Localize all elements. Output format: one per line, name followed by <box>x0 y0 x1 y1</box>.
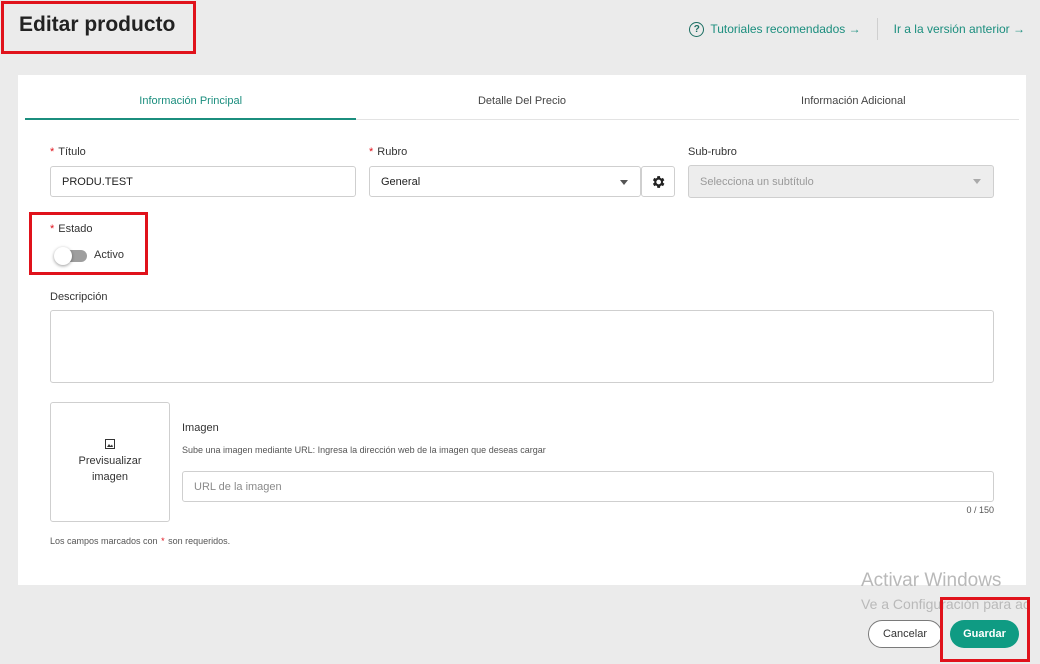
estado-toggle[interactable] <box>54 247 87 265</box>
image-url-placeholder: URL de la imagen <box>194 480 282 493</box>
previous-version-link[interactable]: Ir a la versión anterior → <box>894 22 1025 36</box>
rubro-settings-button[interactable] <box>641 166 675 197</box>
estado-toggle-label: Activo <box>94 249 124 261</box>
required-mark: * <box>369 146 374 158</box>
estado-label: * Estado <box>50 223 93 235</box>
image-preview: Previsualizar imagen <box>50 402 170 522</box>
tab-informacion-principal[interactable]: Información Principal <box>25 88 357 120</box>
subrubro-placeholder: Selecciona un subtítulo <box>700 175 814 188</box>
product-form-card: Información Principal Detalle Del Precio… <box>18 75 1026 585</box>
chevron-down-icon <box>973 179 981 184</box>
image-icon <box>105 439 115 449</box>
descripcion-label: Descripción <box>50 291 108 303</box>
highlight-box-estado <box>29 212 148 275</box>
rubro-select[interactable]: General <box>369 166 641 197</box>
rubro-value: General <box>381 175 421 188</box>
rubro-label: * Rubro <box>369 146 408 158</box>
cancel-button[interactable]: Cancelar <box>868 620 942 648</box>
descripcion-textarea[interactable] <box>50 310 994 383</box>
top-links: ? Tutoriales recomendados → Ir a la vers… <box>689 18 1025 40</box>
tab-bar: Información Principal Detalle Del Precio… <box>25 88 1019 120</box>
char-counter: 0 / 150 <box>966 505 994 515</box>
tutorials-link-label: Tutoriales recomendados → <box>710 22 861 36</box>
required-mark: * <box>50 146 55 158</box>
required-fields-note: Los campos marcados con * son requeridos… <box>50 536 231 546</box>
image-url-input[interactable]: URL de la imagen <box>182 471 994 502</box>
highlight-box-save <box>940 597 1030 662</box>
subrubro-label: Sub-rubro <box>688 146 737 158</box>
titulo-label: * Título <box>50 146 86 158</box>
image-preview-label: Previsualizar imagen <box>78 455 142 483</box>
tab-detalle-del-precio[interactable]: Detalle Del Precio <box>356 88 687 119</box>
windows-activation-title: Activar Windows <box>861 570 1002 591</box>
highlight-box-title <box>1 1 196 54</box>
imagen-help-text: Sube una imagen mediante URL: Ingresa la… <box>182 445 546 455</box>
required-mark: * <box>161 536 165 546</box>
subrubro-select[interactable]: Selecciona un subtítulo <box>688 165 994 198</box>
previous-version-link-label: Ir a la versión anterior → <box>893 22 1025 36</box>
divider <box>876 18 878 40</box>
toggle-knob <box>54 247 72 265</box>
chevron-down-icon <box>620 180 628 185</box>
tutorials-link[interactable]: ? Tutoriales recomendados → <box>689 21 861 37</box>
imagen-label: Imagen <box>182 422 219 434</box>
tab-informacion-adicional[interactable]: Información Adicional <box>688 88 1019 119</box>
required-mark: * <box>50 223 55 235</box>
help-icon: ? <box>689 21 705 37</box>
titulo-input[interactable]: PRODU.TEST <box>50 166 356 197</box>
gear-icon <box>652 175 665 188</box>
titulo-value: PRODU.TEST <box>62 175 133 188</box>
